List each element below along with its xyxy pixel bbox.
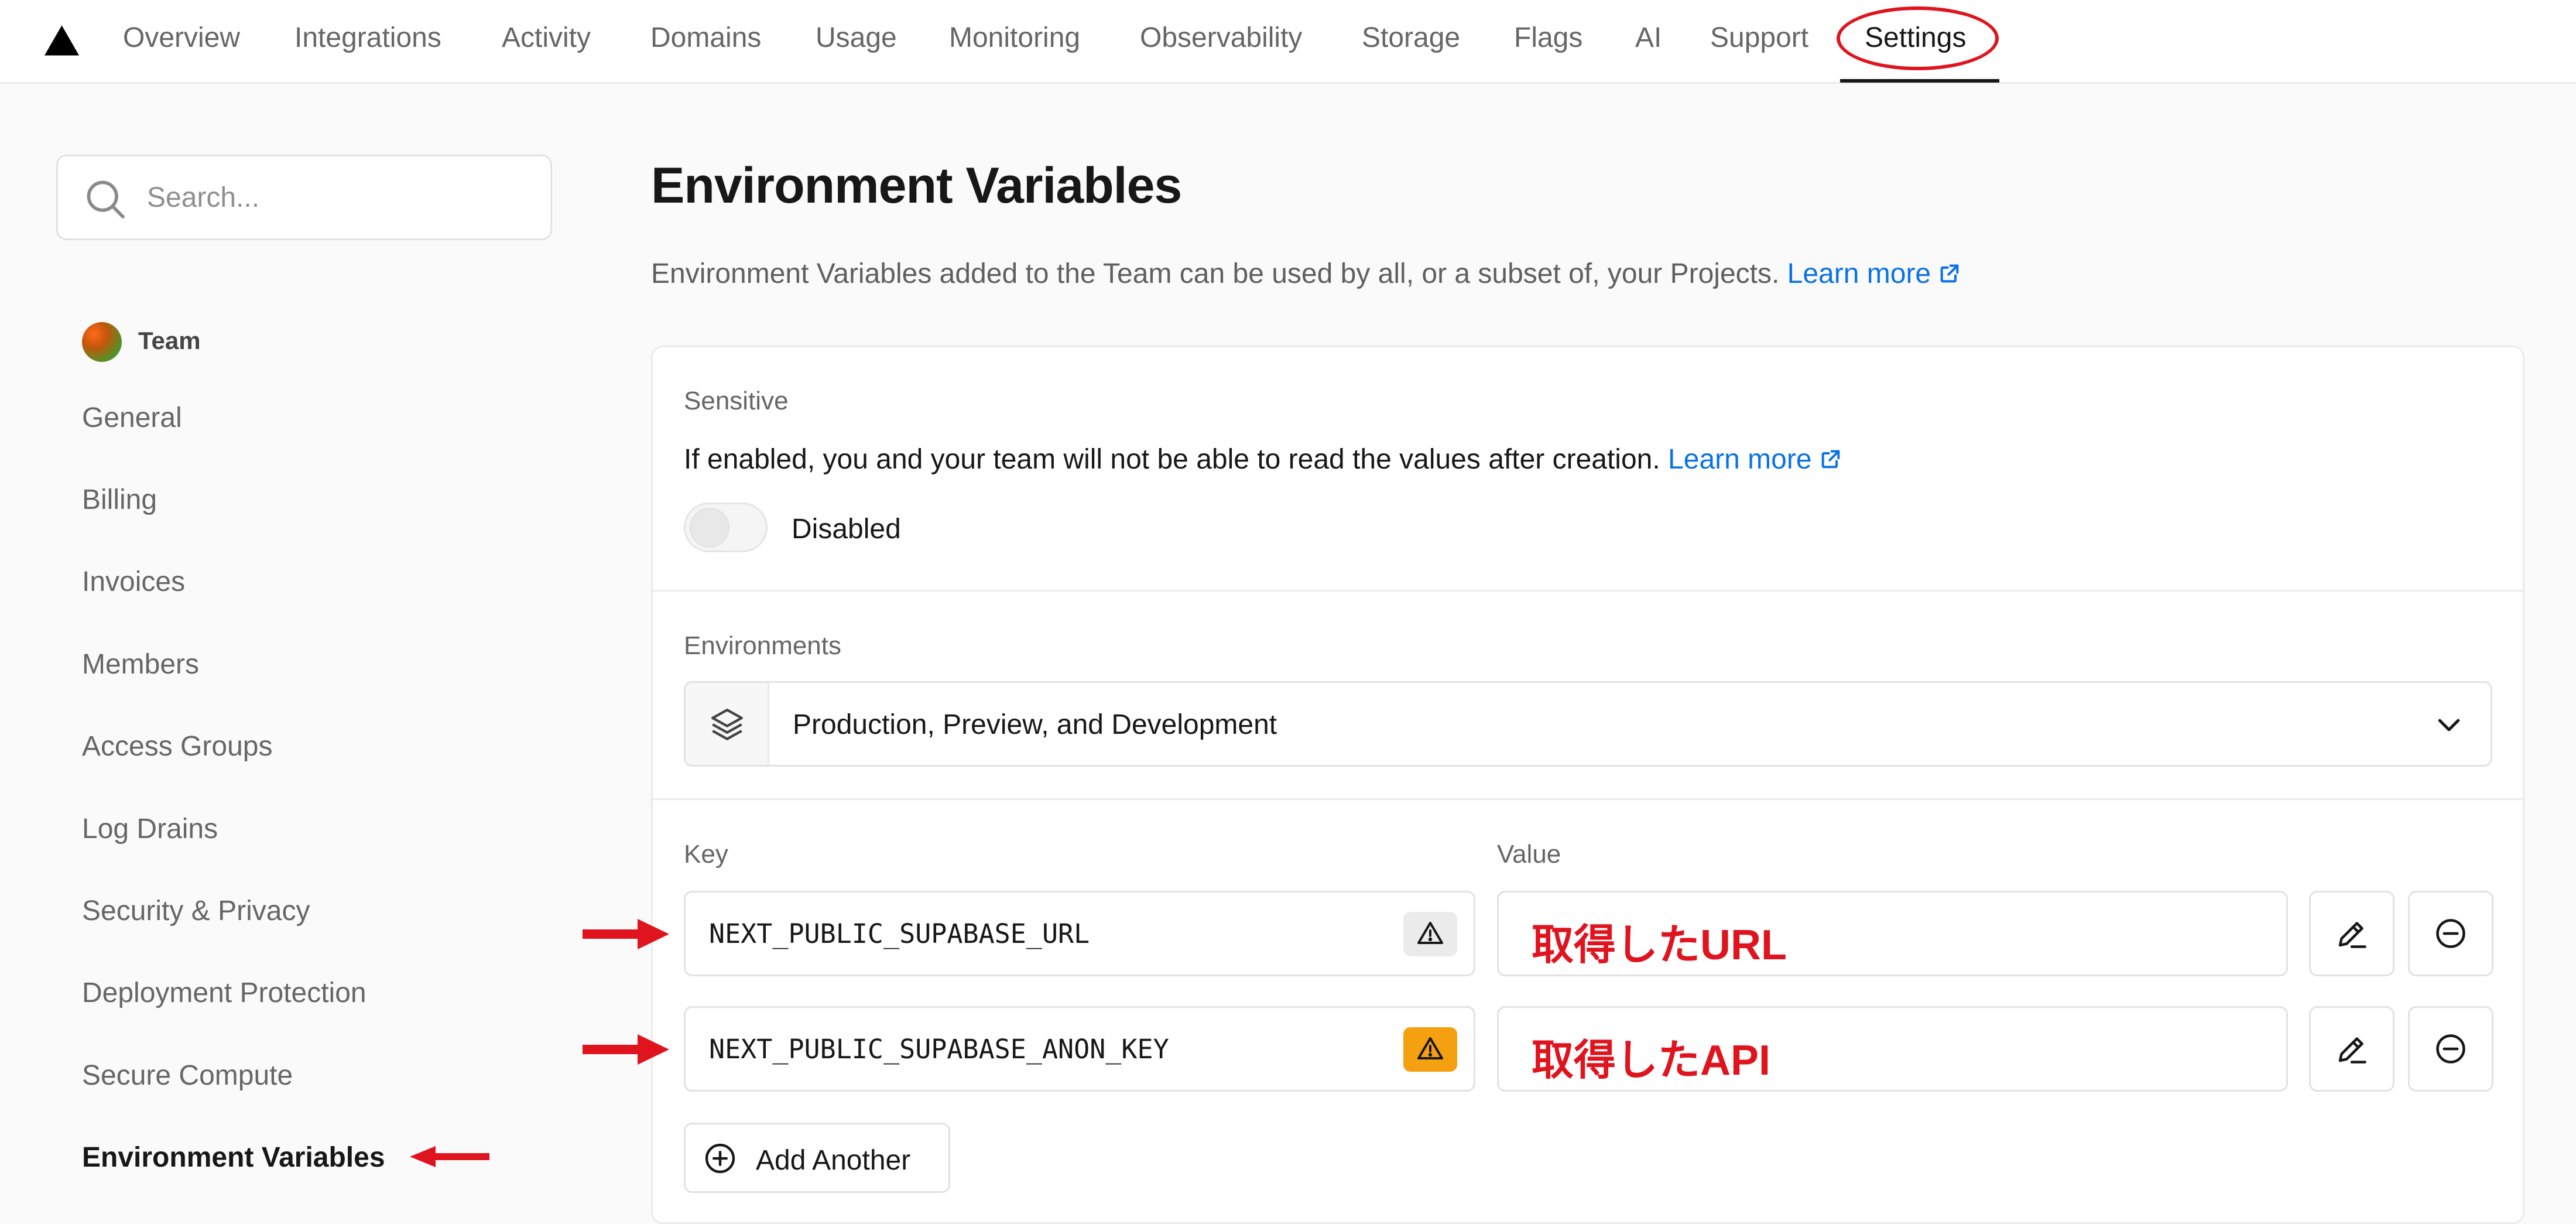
learn-more-link[interactable]: Learn more [1787,258,1961,289]
sidebar-item-billing[interactable]: Billing [82,484,157,516]
sidebar-item-log-drains[interactable]: Log Drains [82,813,218,845]
nav-overview[interactable]: Overview [123,0,240,84]
search-icon [87,180,125,218]
sidebar-item-deployment-protection[interactable]: Deployment Protection [82,977,366,1009]
environments-label: Environments [684,631,842,660]
external-link-icon [1940,264,1959,283]
sensitive-description: If enabled, you and your team will not b… [684,443,1842,476]
annotation-arrow-right-icon [583,919,669,949]
minus-circle-icon [2436,1034,2465,1064]
learn-more-label: Learn more [1787,258,1931,289]
annotation-arrow-left-icon [410,1146,489,1167]
value-field[interactable]: 取得したURL [1497,891,2288,976]
environments-icon-box [686,683,769,765]
nav-usage[interactable]: Usage [816,0,897,84]
edit-button[interactable] [2309,891,2395,976]
minus-circle-icon [2436,919,2465,948]
pencil-icon [2338,922,2366,948]
sidebar-item-general[interactable]: General [82,402,182,434]
sensitive-learn-more-label: Learn more [1668,444,1812,475]
team-avatar [82,322,122,362]
vercel-logo-icon[interactable] [44,25,79,56]
value-annotation-text: 取得したAPI [1532,1037,1771,1084]
description-text: Environment Variables added to the Team … [651,258,1780,289]
nav-flags[interactable]: Flags [1514,0,1582,84]
key-field[interactable] [684,1006,1475,1092]
nav-domains[interactable]: Domains [650,0,761,84]
toggle-knob [690,508,729,548]
environments-select[interactable]: Production, Preview, and Development [684,681,2492,767]
annotation-arrow-right-icon [583,1034,669,1065]
warning-icon [1417,1037,1443,1059]
key-field[interactable] [684,891,1475,976]
top-navigation: Overview Integrations Activity Domains U… [0,0,2576,84]
env-variable-form-card [651,346,2524,1224]
warning-icon [1417,922,1443,944]
sensitive-toggle-state: Disabled [792,514,901,545]
sidebar-item-access-groups[interactable]: Access Groups [82,730,272,763]
sidebar-item-members[interactable]: Members [82,648,199,681]
key-input[interactable] [709,893,1353,975]
value-field[interactable]: 取得したAPI [1497,1006,2288,1092]
value-annotation-text: 取得したURL [1532,922,1787,969]
environments-selected-value: Production, Preview, and Development [793,709,1277,740]
edit-button[interactable] [2309,1006,2395,1092]
remove-button[interactable] [2408,1006,2493,1092]
page-title: Environment Variables [651,158,1182,214]
warning-badge[interactable] [1403,1027,1457,1072]
sidebar-search[interactable] [56,155,552,240]
section-divider [651,590,2524,592]
nav-integrations[interactable]: Integrations [294,0,441,84]
external-link-icon [1821,450,1839,469]
sidebar-item-security-privacy[interactable]: Security & Privacy [82,895,310,927]
remove-button[interactable] [2408,891,2493,976]
sensitive-learn-more-link[interactable]: Learn more [1668,444,1842,475]
value-column-header: Value [1497,840,1561,869]
nav-ai[interactable]: AI [1635,0,1662,84]
active-tab-underline [1840,79,1999,83]
sensitive-label: Sensitive [684,387,789,415]
nav-support[interactable]: Support [1710,0,1808,84]
page-description: Environment Variables added to the Team … [651,258,1961,290]
sensitive-toggle[interactable] [684,502,768,552]
sensitive-description-text: If enabled, you and your team will not b… [684,444,1660,475]
add-another-button[interactable]: Add Another [684,1123,950,1193]
nav-storage[interactable]: Storage [1362,0,1460,84]
sidebar-item-secure-compute[interactable]: Secure Compute [82,1059,293,1092]
nav-activity[interactable]: Activity [502,0,591,84]
layers-icon [711,709,743,740]
chevron-down-icon [2438,719,2460,731]
annotation-settings-circle [1837,6,1999,70]
add-another-label: Add Another [756,1145,911,1176]
plus-circle-icon [705,1143,735,1174]
key-column-header: Key [684,840,728,869]
pencil-icon [2338,1037,2366,1064]
key-input[interactable] [709,1008,1353,1090]
section-divider [651,798,2524,800]
nav-observability[interactable]: Observability [1140,0,1302,84]
warning-badge[interactable] [1403,912,1457,956]
search-input[interactable] [147,156,527,238]
sidebar-item-environment-variables[interactable]: Environment Variables [82,1141,385,1174]
nav-monitoring[interactable]: Monitoring [949,0,1080,84]
sidebar-item-invoices[interactable]: Invoices [82,566,185,598]
team-label: Team [138,327,201,354]
